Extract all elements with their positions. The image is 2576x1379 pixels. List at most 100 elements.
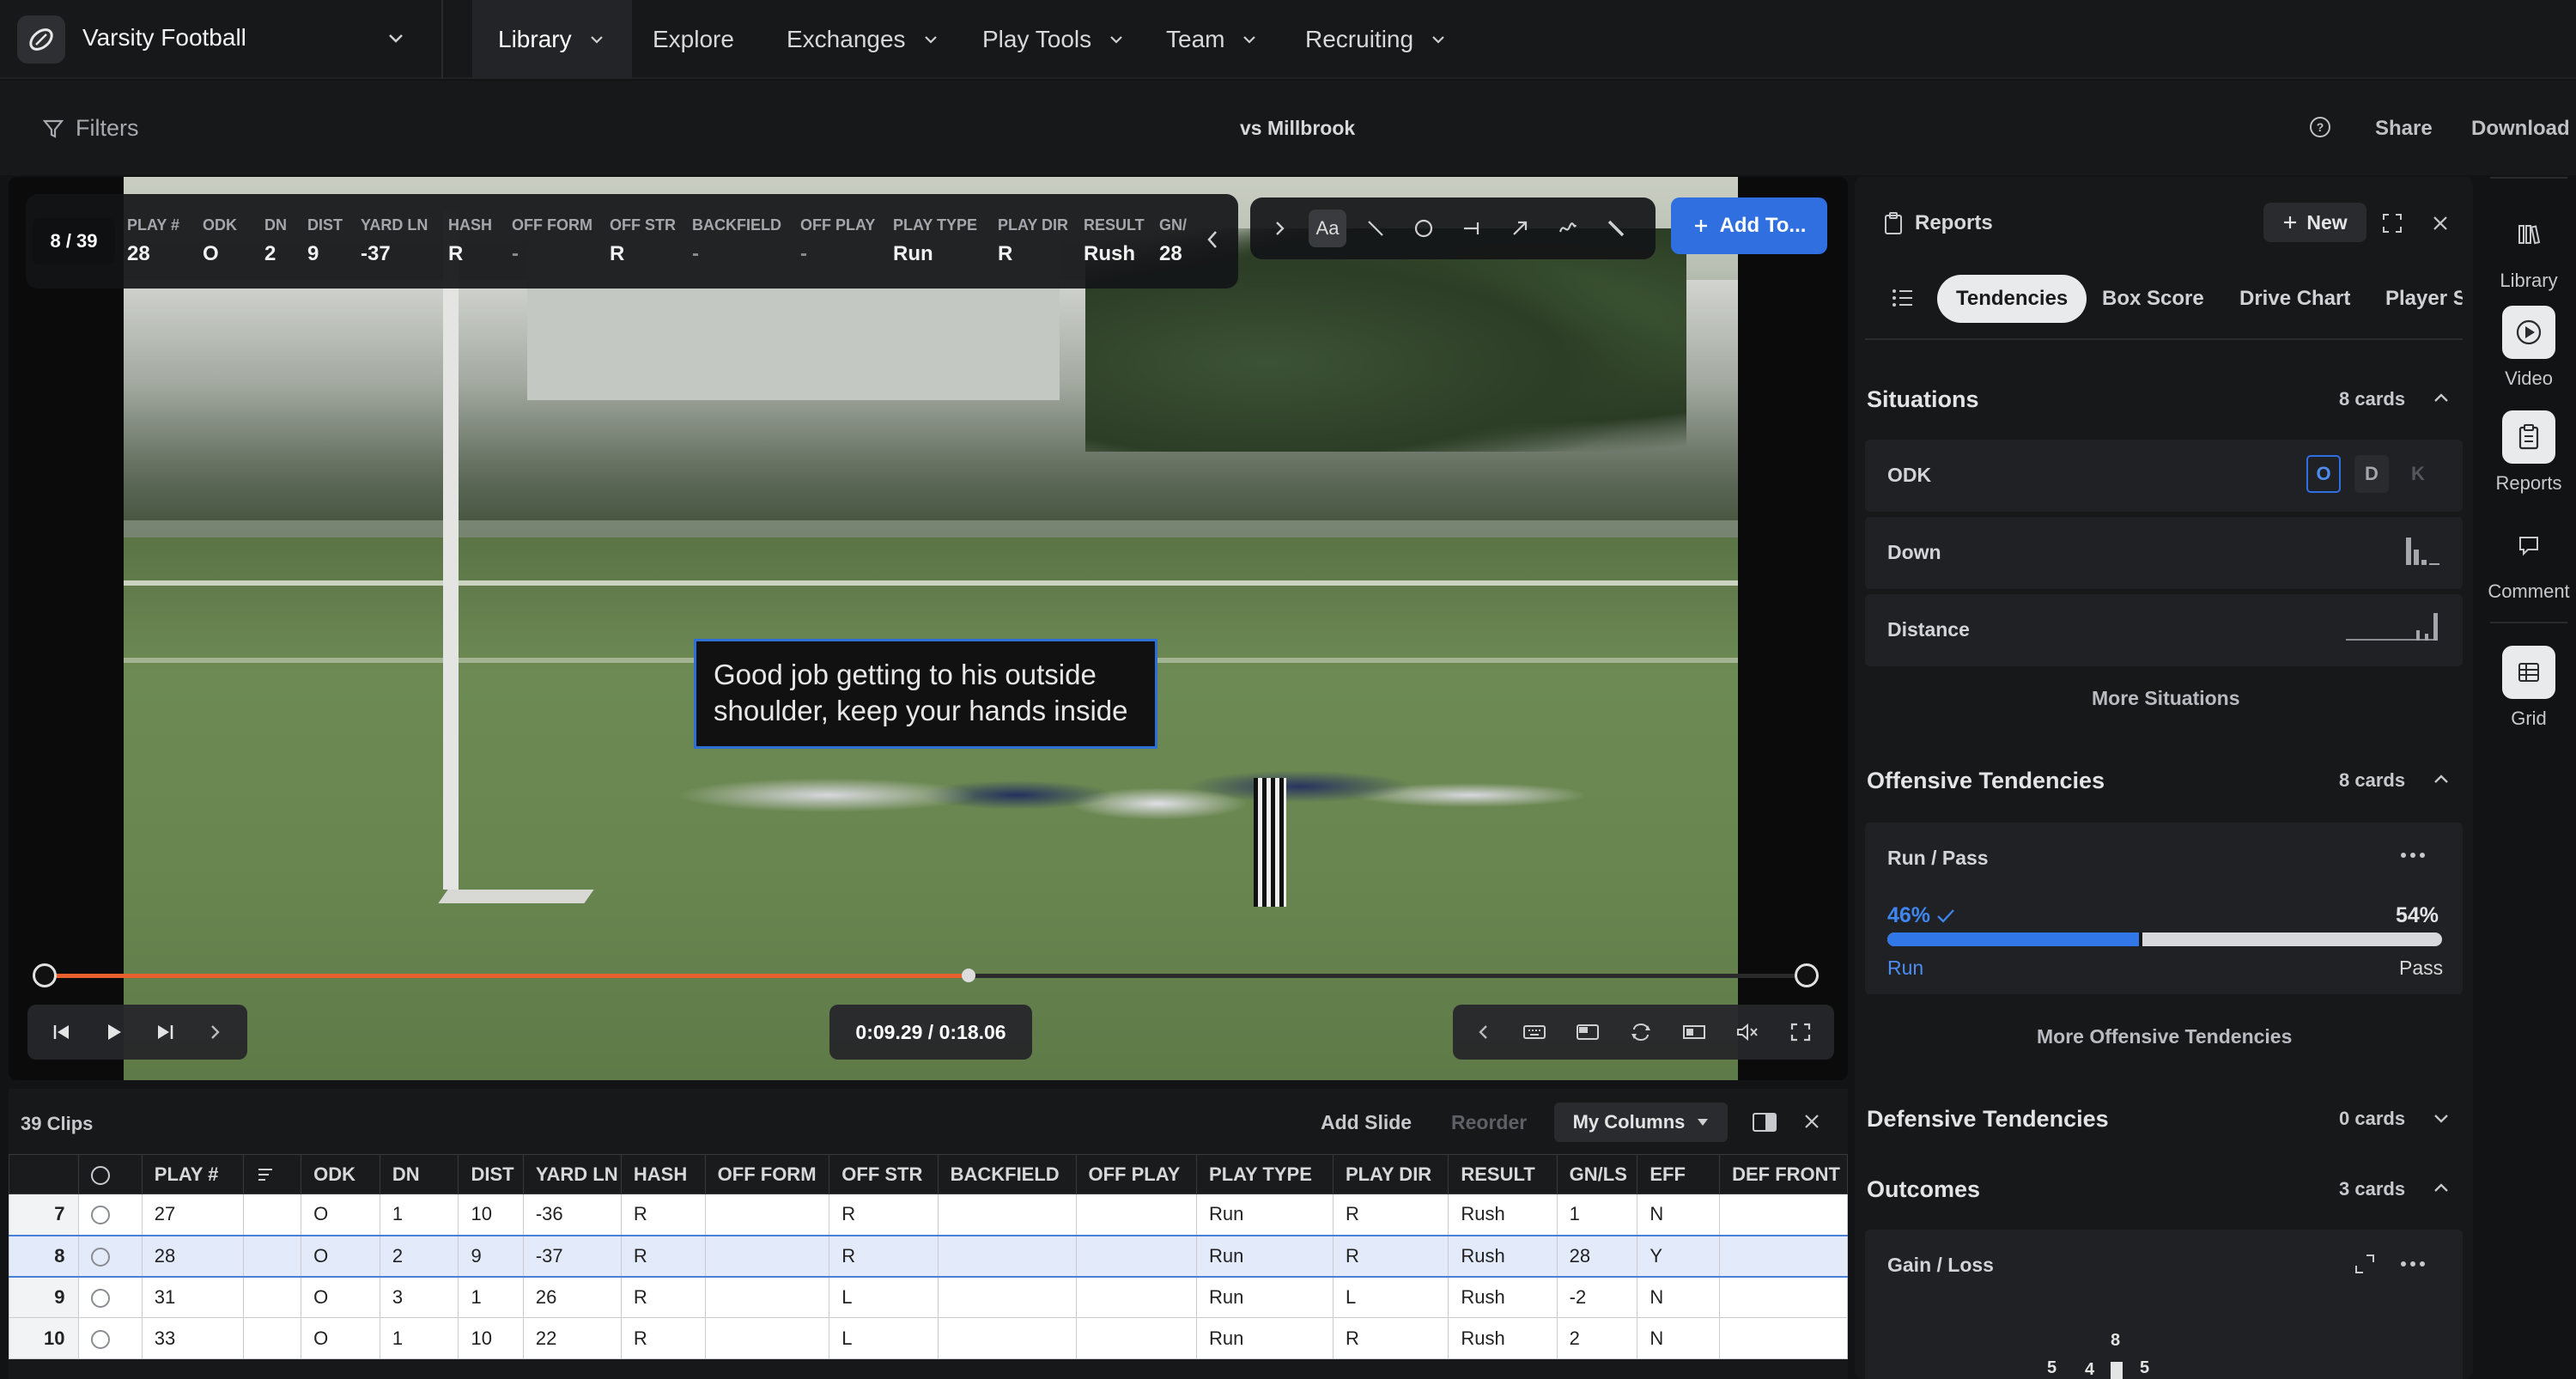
add-slide-button[interactable]: Add Slide <box>1321 1111 1412 1134</box>
cell-play-number[interactable]: 28 <box>141 1234 244 1278</box>
chevron-up-icon[interactable] <box>2430 386 2452 409</box>
cell-play-dir[interactable]: R <box>1332 1194 1449 1236</box>
cell-dn[interactable]: 1 <box>379 1317 459 1359</box>
cell-gn-ls[interactable]: 2 <box>1556 1317 1638 1359</box>
chevron-left-icon[interactable] <box>1202 227 1223 252</box>
team-selector[interactable]: Varsity Football <box>82 24 246 52</box>
outcomes-title[interactable]: Outcomes <box>1867 1176 1980 1203</box>
cell-sort-cell[interactable] <box>242 1194 302 1236</box>
row-checkbox[interactable] <box>78 1276 143 1318</box>
cell-off-form[interactable] <box>704 1276 830 1318</box>
cell-play-dir[interactable]: R <box>1332 1317 1449 1359</box>
cell-def-front[interactable] <box>1719 1276 1848 1318</box>
cell-sort-cell[interactable] <box>242 1234 302 1278</box>
column-header-def-front[interactable]: DEF FRONT <box>1719 1154 1848 1194</box>
skip-back-icon[interactable] <box>50 1020 74 1044</box>
cell-dist[interactable]: 9 <box>458 1234 524 1278</box>
cell-play-dir[interactable]: L <box>1332 1276 1449 1318</box>
tab-player-stats[interactable]: Player S <box>2366 275 2463 323</box>
cell-play-dir[interactable]: R <box>1332 1234 1449 1278</box>
column-header-off-play[interactable]: OFF PLAY <box>1075 1154 1198 1194</box>
nav-explore[interactable]: Explore <box>653 0 734 79</box>
chevron-right-icon[interactable] <box>204 1020 225 1044</box>
odk-option-k[interactable]: K <box>2401 455 2435 493</box>
cell-yard-ln[interactable]: -36 <box>522 1194 622 1236</box>
more-situations-link[interactable]: More Situations <box>2092 687 2240 710</box>
text-tool-button[interactable]: Aa <box>1309 210 1346 247</box>
picture-in-picture-icon[interactable] <box>1575 1020 1601 1044</box>
cell-dn[interactable]: 2 <box>379 1234 459 1278</box>
cell-dn[interactable]: 1 <box>379 1194 459 1236</box>
timeline-progress[interactable] <box>45 974 969 978</box>
nav-recruiting[interactable]: Recruiting <box>1305 0 1448 79</box>
nav-exchanges[interactable]: Exchanges <box>787 0 940 79</box>
skip-forward-icon[interactable] <box>153 1020 177 1044</box>
add-to-button[interactable]: Add To... <box>1671 197 1827 254</box>
trim-end-handle[interactable] <box>1795 963 1819 987</box>
rail-library[interactable]: Library <box>2482 208 2576 292</box>
column-header-result[interactable]: RESULT <box>1448 1154 1558 1194</box>
cell-yard-ln[interactable]: 26 <box>522 1276 622 1318</box>
cell-sort-cell[interactable] <box>242 1276 302 1318</box>
cell-off-form[interactable] <box>704 1317 830 1359</box>
cell-play-type[interactable]: Run <box>1196 1276 1334 1318</box>
cell-play-number[interactable]: 31 <box>141 1276 244 1318</box>
cell-eff[interactable]: N <box>1637 1276 1721 1318</box>
freehand-tool-icon[interactable] <box>1549 210 1587 247</box>
cell-hash[interactable]: R <box>620 1194 706 1236</box>
cell-off-str[interactable]: L <box>829 1317 939 1359</box>
cell-odk[interactable]: O <box>301 1194 380 1236</box>
rail-video[interactable]: Video <box>2482 306 2576 390</box>
table-row[interactable]: 8 28 O 2 9 -37 R R Run R Rush 28 Y <box>8 1234 1848 1278</box>
close-icon[interactable] <box>1801 1111 1822 1132</box>
pen-tool-icon[interactable] <box>1597 210 1635 247</box>
row-checkbox[interactable] <box>78 1234 143 1278</box>
chevron-down-icon[interactable] <box>2430 1108 2452 1130</box>
column-header-play-type[interactable]: PLAY TYPE <box>1196 1154 1334 1194</box>
cell-dist[interactable]: 1 <box>458 1276 524 1318</box>
more-options-icon[interactable] <box>2397 1252 2428 1276</box>
situations-title[interactable]: Situations <box>1867 386 1979 413</box>
comment-annotation[interactable]: Good job getting to his outside shoulder… <box>694 639 1157 749</box>
close-icon[interactable] <box>2430 213 2451 234</box>
table-row[interactable]: 7 27 O 1 10 -36 R R Run R Rush 1 N <box>8 1194 1848 1236</box>
cell-result[interactable]: Rush <box>1448 1194 1558 1236</box>
cell-play-type[interactable]: Run <box>1196 1234 1334 1278</box>
column-header-play-dir[interactable]: PLAY DIR <box>1332 1154 1449 1194</box>
row-checkbox[interactable] <box>78 1194 143 1236</box>
list-icon[interactable] <box>1891 287 1915 309</box>
help-icon[interactable]: ? <box>2308 115 2332 139</box>
cell-def-front[interactable] <box>1719 1317 1848 1359</box>
nav-library[interactable]: Library <box>472 0 632 79</box>
column-header-yard-ln[interactable]: YARD LN <box>522 1154 622 1194</box>
fullscreen-icon[interactable] <box>1788 1020 1814 1044</box>
offensive-tendencies-title[interactable]: Offensive Tendencies <box>1867 768 2105 794</box>
cell-eff[interactable]: N <box>1637 1317 1721 1359</box>
column-header-sort[interactable] <box>242 1154 302 1194</box>
keyboard-icon[interactable] <box>1522 1020 1547 1044</box>
column-header-gn-ls[interactable]: GN/LS <box>1556 1154 1638 1194</box>
circle-tool-icon[interactable] <box>1405 210 1443 247</box>
down-card[interactable] <box>1865 517 2463 589</box>
cell-result[interactable]: Rush <box>1448 1317 1558 1359</box>
more-options-icon[interactable] <box>2397 843 2428 867</box>
cell-dn[interactable]: 3 <box>379 1276 459 1318</box>
column-header-off-form[interactable]: OFF FORM <box>704 1154 830 1194</box>
chevron-up-icon[interactable] <box>2430 768 2452 790</box>
new-report-button[interactable]: New <box>2263 203 2366 242</box>
cell-dist[interactable]: 10 <box>458 1317 524 1359</box>
playhead-handle[interactable] <box>962 969 975 982</box>
panel-toggle-icon[interactable] <box>1752 1111 1777 1133</box>
cell-play-number[interactable]: 33 <box>141 1317 244 1359</box>
mute-icon[interactable] <box>1735 1020 1760 1044</box>
cell-off-play[interactable] <box>1075 1317 1198 1359</box>
rail-reports[interactable]: Reports <box>2482 410 2576 495</box>
timeline-track[interactable] <box>969 974 1819 978</box>
video-frame[interactable] <box>124 177 1738 1080</box>
cell-eff[interactable]: Y <box>1637 1234 1721 1278</box>
cell-backfield[interactable] <box>937 1234 1077 1278</box>
video-player[interactable]: Good job getting to his outside shoulder… <box>9 177 1848 1080</box>
odk-option-o[interactable]: O <box>2306 455 2341 493</box>
column-header-backfield[interactable]: BACKFIELD <box>937 1154 1077 1194</box>
odk-option-d[interactable]: D <box>2354 455 2389 493</box>
